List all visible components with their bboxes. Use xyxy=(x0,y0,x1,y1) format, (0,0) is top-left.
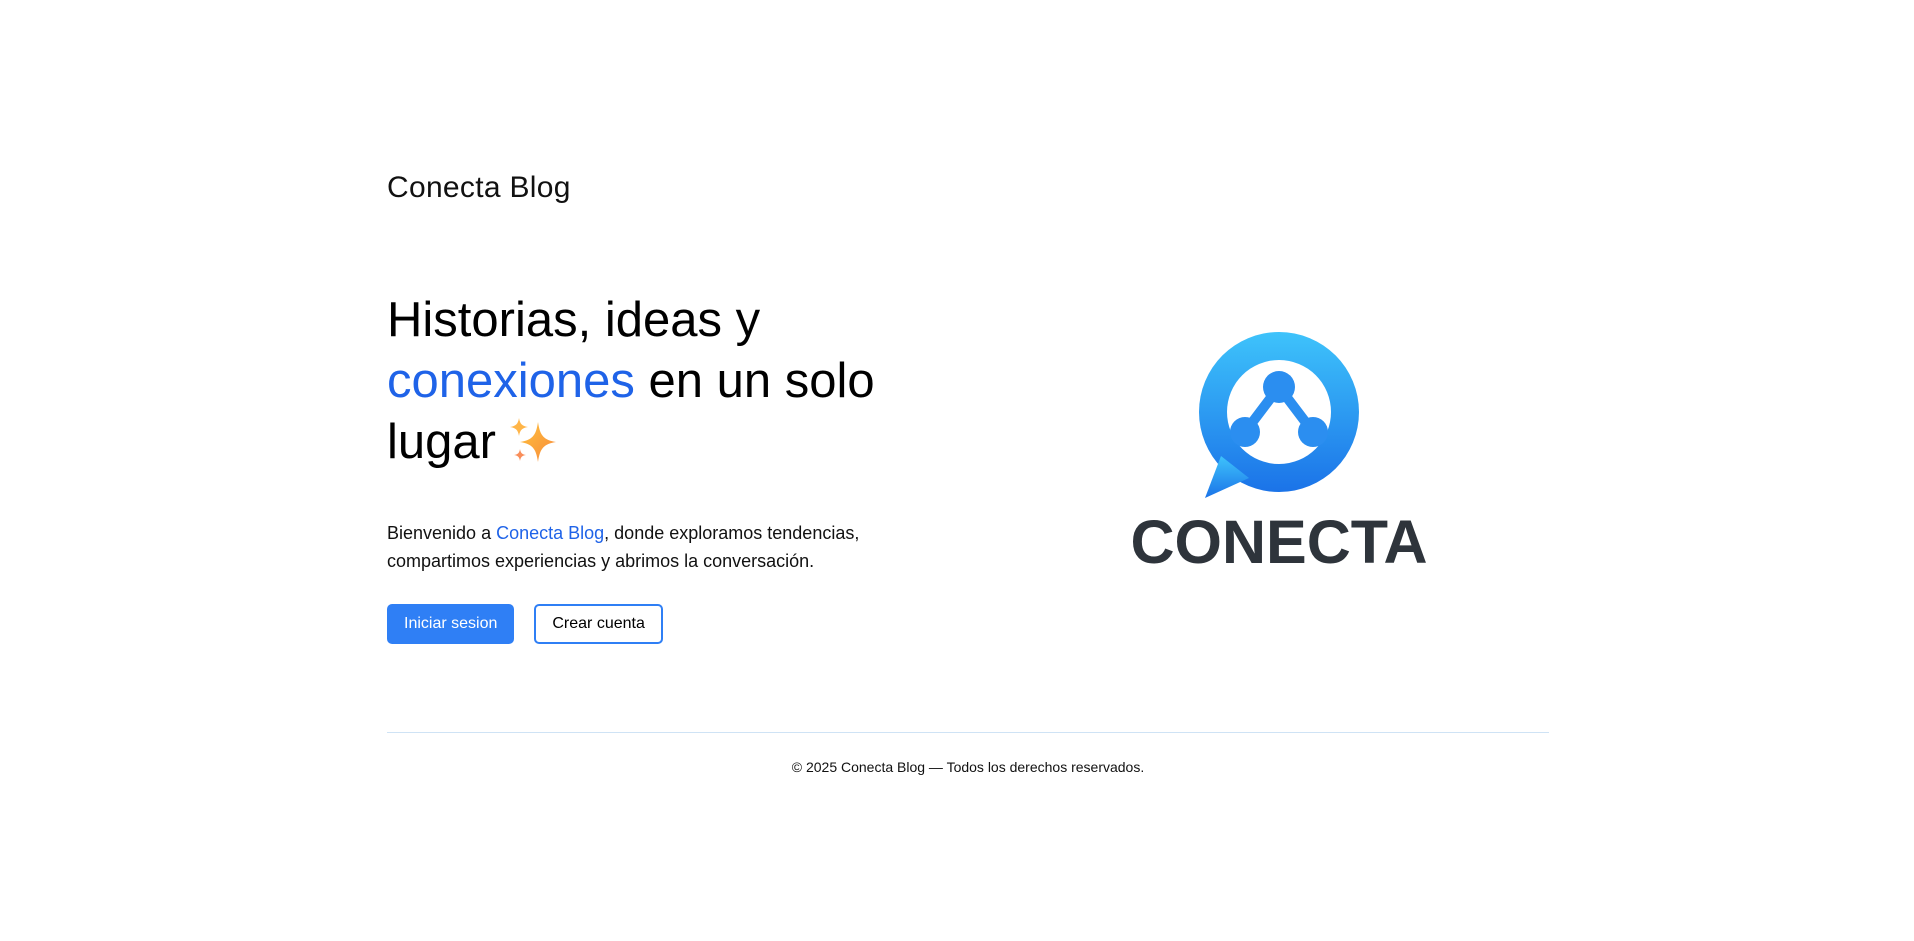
page: Conecta Blog Historias, ideas y conexione… xyxy=(0,0,1914,941)
intro-prefix: Bienvenido a xyxy=(387,523,497,543)
sparkles-icon xyxy=(508,416,560,479)
hero-actions: Iniciar sesion Crear cuenta xyxy=(387,604,907,644)
footer-divider xyxy=(387,732,1549,733)
intro-brand-link[interactable]: Conecta Blog xyxy=(496,523,604,543)
site-brand[interactable]: Conecta Blog xyxy=(387,170,571,206)
register-button[interactable]: Crear cuenta xyxy=(534,604,663,644)
headline-accent: conexiones xyxy=(387,354,635,408)
footer-copyright: © 2025 Conecta Blog — Todos los derechos… xyxy=(791,759,1145,775)
logo-wordmark: CONECTA xyxy=(1130,508,1428,576)
chat-network-icon xyxy=(1199,332,1359,498)
headline-part1: Historias, ideas y xyxy=(387,293,761,347)
conecta-logo: CONECTA xyxy=(1129,328,1429,574)
main-container: Conecta Blog Historias, ideas y conexione… xyxy=(387,0,1549,941)
login-button[interactable]: Iniciar sesion xyxy=(387,604,515,644)
hero-section: Historias, ideas y conexiones en un solo … xyxy=(387,290,907,644)
hero-headline: Historias, ideas y conexiones en un solo … xyxy=(387,290,907,479)
hero-intro: Bienvenido a Conecta Blog, donde explora… xyxy=(387,519,907,575)
